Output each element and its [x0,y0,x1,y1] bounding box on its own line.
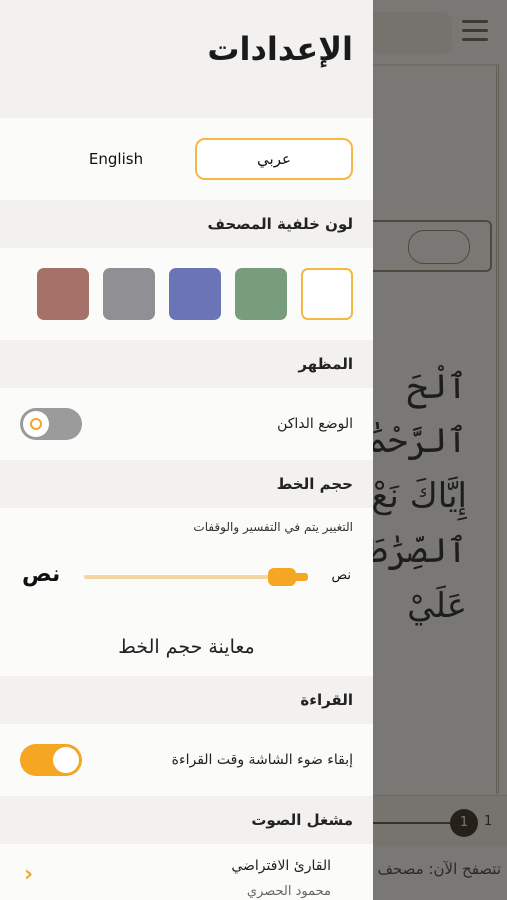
font-size-hint: التغيير يتم في التفسير والوقفات [193,520,353,534]
swatch-blue[interactable] [169,268,221,320]
dark-mode-label: الوضع الداكن [277,416,353,432]
settings-header: الإعدادات [0,0,373,118]
language-english-button[interactable]: English [37,138,195,180]
keep-screen-on-toggle[interactable] [20,744,82,776]
keep-screen-on-row: إبقاء ضوء الشاشة وقت القراءة [0,724,373,796]
swatch-green[interactable] [235,268,287,320]
chevron-left-icon: ‹ [24,862,34,887]
settings-title: الإعدادات [207,30,353,68]
reading-section-title: القراءة [300,691,353,709]
toggle-knob [23,411,49,437]
dark-mode-toggle[interactable] [20,408,82,440]
swatch-white[interactable] [301,268,353,320]
sun-icon [30,418,42,430]
default-reader-row[interactable]: القارئ الافتراضي محمود الحصري ‹ [0,844,373,900]
default-reader-label: القارئ الافتراضي [231,858,331,874]
language-arabic-button[interactable]: عربي [195,138,353,180]
dark-mode-row: الوضع الداكن [0,388,373,460]
swatch-red[interactable] [37,268,89,320]
background-color-section-title: لون خلفية المصحف [207,215,353,233]
font-size-panel: التغيير يتم في التفسير والوقفات نص نص مع… [0,508,373,676]
toggle-knob [53,747,79,773]
font-size-preview: معاينة حجم الخط [118,636,255,658]
settings-drawer: الإعدادات عربي English لون خلفية المصحف … [0,0,373,900]
language-selector: عربي English [0,118,373,200]
keep-screen-on-label: إبقاء ضوء الشاشة وقت القراءة [171,752,353,768]
default-reader-name: محمود الحصري [246,884,331,899]
color-swatches [0,248,373,340]
font-size-slider-thumb[interactable] [268,568,296,586]
audio-section-title: مشغل الصوت [251,811,353,829]
font-size-section-title: حجم الخط [276,475,353,493]
font-size-slider-fill [294,573,308,581]
swatch-gray[interactable] [103,268,155,320]
appearance-section-title: المظهر [298,355,353,373]
font-size-large-label: نص [22,562,61,587]
font-size-small-label: نص [331,568,351,583]
